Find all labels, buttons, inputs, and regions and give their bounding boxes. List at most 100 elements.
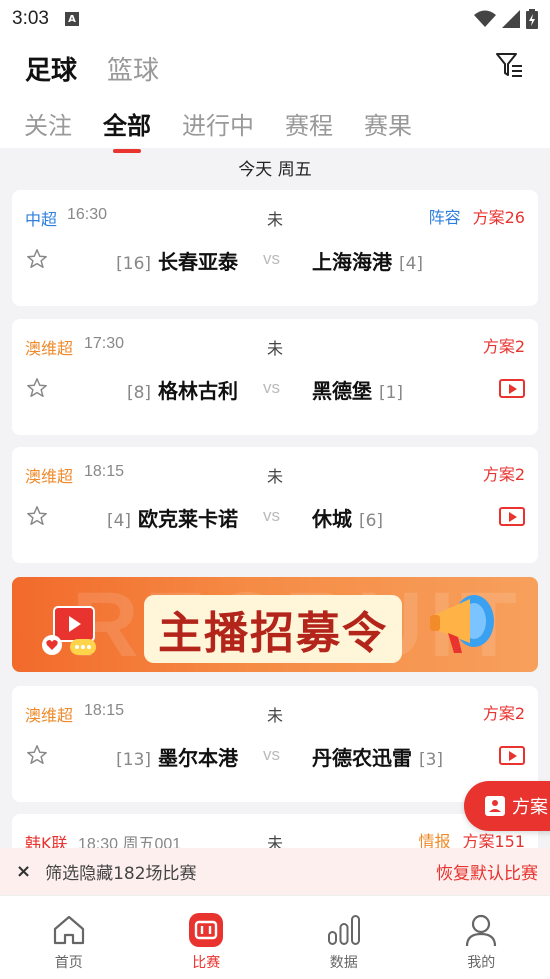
league-name: 澳维超 <box>25 339 74 358</box>
match-time: 17:30 <box>84 335 125 352</box>
plan-float-label: 方案 <box>512 797 548 818</box>
away-rank: [6] <box>358 511 384 531</box>
recruit-banner[interactable]: RECRUIT 主播招募令 <box>12 577 538 672</box>
away-rank: [3] <box>418 750 444 770</box>
signal-icon <box>502 10 520 28</box>
nav-profile-label: 我的 <box>467 955 496 971</box>
match-links: 方案2 <box>483 700 525 724</box>
header: 足球 篮球 关注 全部 进行中 赛程 赛果 <box>0 38 550 148</box>
star-icon[interactable] <box>26 377 48 399</box>
match-time: 18:15 <box>84 463 125 480</box>
home-rank: [16] <box>116 254 152 274</box>
match-links: 阵容 方案26 <box>429 204 525 228</box>
match-status: 未 <box>267 467 284 486</box>
tab-basketball[interactable]: 篮球 <box>107 50 159 87</box>
home-team: [13] 墨尔本港 <box>116 742 238 771</box>
home-rank: [8] <box>126 383 152 403</box>
league-name: 澳维超 <box>25 467 74 486</box>
tab-results[interactable]: 赛果 <box>364 106 412 141</box>
tab-schedule[interactable]: 赛程 <box>285 106 333 141</box>
vs-label: vs <box>263 745 280 764</box>
nav-profile[interactable]: 我的 <box>413 896 550 979</box>
match-card[interactable]: 澳维超 17:30 未 方案2 [8] 格林古利 vs 黑德堡 [1] <box>12 319 538 435</box>
vs-label: vs <box>263 378 280 397</box>
home-team: [16] 长春亚泰 <box>116 246 238 275</box>
tab-all[interactable]: 全部 <box>103 106 151 141</box>
nav-data-label: 数据 <box>329 955 358 971</box>
away-team: 上海海港 [4] <box>312 246 423 275</box>
match-status: 未 <box>267 706 284 725</box>
battery-icon <box>526 9 538 29</box>
tab-live[interactable]: 进行中 <box>182 106 254 141</box>
home-team-name: 长春亚泰 <box>158 250 238 274</box>
league-name: 中超 <box>25 210 58 229</box>
plan-link[interactable]: 方案2 <box>483 333 525 357</box>
vs-label: vs <box>263 506 280 525</box>
away-team: 休城 [6] <box>312 503 383 532</box>
megaphone-icon <box>430 595 494 653</box>
banner-title: 主播招募令 <box>144 595 402 663</box>
wifi-icon <box>474 10 496 27</box>
away-team: 黑德堡 [1] <box>312 375 403 404</box>
away-rank: [1] <box>378 383 404 403</box>
home-team: [4] 欧克莱卡诺 <box>107 503 238 532</box>
date-label: 今天 周五 <box>238 160 312 180</box>
home-team-name: 格林古利 <box>158 379 238 403</box>
bottom-nav: 首页 比赛 数据 我的 <box>0 895 550 979</box>
match-card[interactable]: 中超 16:30 未 阵容 方案26 [16] 长春亚泰 vs 上海海港 [4] <box>12 190 538 306</box>
nav-home[interactable]: 首页 <box>0 896 138 979</box>
nav-home-label: 首页 <box>54 955 83 971</box>
vs-label: vs <box>263 249 280 268</box>
away-team-name: 上海海港 <box>312 250 392 274</box>
plan-link[interactable]: 方案2 <box>483 700 525 724</box>
filter-message: 筛选隐藏182场比赛 <box>45 864 197 884</box>
away-team-name: 黑德堡 <box>312 379 372 403</box>
home-rank: [13] <box>116 750 152 770</box>
match-status: 未 <box>267 339 284 358</box>
nav-match[interactable]: 比赛 <box>138 896 276 979</box>
plan-float-button[interactable]: 方案 <box>464 781 550 831</box>
star-icon[interactable] <box>26 248 48 270</box>
profile-icon <box>466 914 497 947</box>
away-rank: [4] <box>398 254 424 274</box>
star-icon[interactable] <box>26 744 48 766</box>
plan-icon <box>485 796 505 816</box>
plan-link[interactable]: 方案2 <box>483 461 525 485</box>
match-icon <box>189 913 224 947</box>
star-icon[interactable] <box>26 505 48 527</box>
nav-data[interactable]: 数据 <box>275 896 413 979</box>
match-card[interactable]: 澳维超 18:15 未 方案2 [4] 欧克莱卡诺 vs 休城 [6] <box>12 447 538 563</box>
away-team-name: 丹德农迅雷 <box>312 746 412 770</box>
video-icon[interactable] <box>499 507 525 526</box>
sport-tabs: 足球 篮球 <box>25 50 159 87</box>
match-links: 方案2 <box>483 461 525 485</box>
tab-football[interactable]: 足球 <box>25 50 77 87</box>
status-icons <box>474 9 538 29</box>
restore-default-link[interactable]: 恢复默认比赛 <box>436 859 538 884</box>
video-heart-icon <box>42 606 96 655</box>
away-team: 丹德农迅雷 [3] <box>312 742 443 771</box>
data-icon <box>327 915 360 945</box>
match-time: 18:15 <box>84 702 125 719</box>
tab-following[interactable]: 关注 <box>24 106 72 141</box>
home-team-name: 墨尔本港 <box>158 746 238 770</box>
match-time: 16:30 <box>67 206 108 223</box>
lineup-link[interactable]: 阵容 <box>429 204 461 228</box>
filter-bar: × 筛选隐藏182场比赛 恢复默认比赛 <box>0 848 550 895</box>
filter-icon[interactable] <box>494 50 524 80</box>
close-icon[interactable]: × <box>16 861 31 882</box>
video-icon[interactable] <box>499 379 525 398</box>
plan-link[interactable]: 方案26 <box>473 204 525 228</box>
match-card[interactable]: 澳维超 18:15 未 方案2 [13] 墨尔本港 vs 丹德农迅雷 [3] <box>12 686 538 802</box>
home-rank: [4] <box>106 511 132 531</box>
match-links: 方案2 <box>483 333 525 357</box>
home-team-name: 欧克莱卡诺 <box>138 507 238 531</box>
nav-match-label: 比赛 <box>192 955 221 971</box>
status-bar: 3:03 A <box>0 0 550 38</box>
sub-tabs: 关注 全部 进行中 赛程 赛果 <box>24 106 412 141</box>
league-name: 澳维超 <box>25 706 74 725</box>
video-icon[interactable] <box>499 746 525 765</box>
home-team: [8] 格林古利 <box>127 375 238 404</box>
match-status: 未 <box>267 210 284 229</box>
home-icon <box>53 915 84 945</box>
